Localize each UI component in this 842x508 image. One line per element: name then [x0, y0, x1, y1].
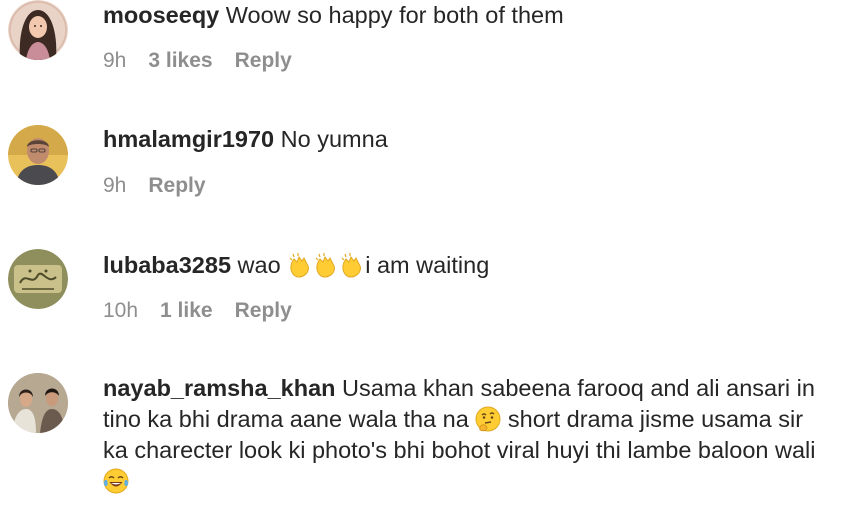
comment-message-continued: i am waiting [365, 252, 490, 278]
avatar[interactable] [8, 373, 68, 433]
comment-message: No yumna [280, 126, 388, 152]
avatar[interactable] [8, 125, 68, 185]
comment-timestamp: 9h [103, 49, 127, 72]
comment-username[interactable]: mooseeqy [103, 2, 219, 28]
comment-message: wao [237, 252, 281, 278]
reply-button[interactable]: Reply [235, 299, 292, 323]
comment-message: Woow so happy for both of them [225, 2, 564, 28]
tears-of-joy-icon [103, 468, 129, 494]
avatar[interactable] [8, 0, 68, 60]
avatar-image [8, 373, 68, 433]
reply-button[interactable]: Reply [148, 174, 205, 198]
comment-likes[interactable]: 3 likes [148, 49, 212, 73]
comment-meta: 9h Reply [103, 174, 206, 198]
comment-meta: 9h 3 likes Reply [103, 49, 292, 73]
avatar[interactable] [8, 249, 68, 309]
comment-username[interactable]: lubaba3285 [103, 252, 231, 278]
comment-timestamp: 9h [103, 174, 127, 197]
comment-meta: 10h 1 like Reply [103, 299, 292, 323]
reply-button[interactable]: Reply [235, 49, 292, 73]
avatar-image [8, 249, 68, 309]
comment-likes[interactable]: 1 like [160, 299, 213, 323]
comment-text: nayab_ramsha_khan Usama khan sabeena far… [103, 373, 833, 497]
clapping-hands-icon [339, 252, 365, 278]
avatar-image [8, 0, 68, 60]
clapping-hands-icon [287, 252, 313, 278]
comment-timestamp: 10h [103, 299, 139, 322]
comment-text: mooseeqy Woow so happy for both of them [103, 0, 833, 31]
thinking-face-icon [475, 406, 501, 432]
comment-username[interactable]: nayab_ramsha_khan [103, 375, 336, 401]
comment-username[interactable]: hmalamgir1970 [103, 126, 274, 152]
comment-text: lubaba3285 wao i am waiting [103, 250, 833, 281]
clapping-hands-icon [313, 252, 339, 278]
avatar-image [8, 125, 68, 185]
comment-text: hmalamgir1970 No yumna [103, 124, 833, 155]
